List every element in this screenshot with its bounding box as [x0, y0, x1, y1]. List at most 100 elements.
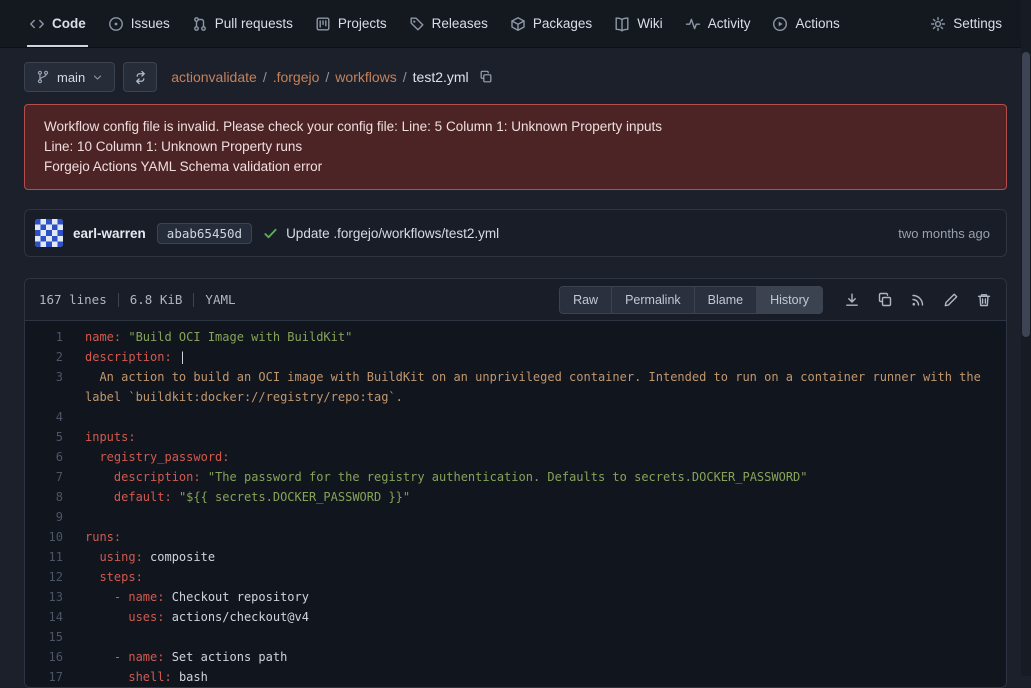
- line-number[interactable]: 7: [25, 467, 63, 487]
- line-content: An action to build an OCI image with Bui…: [63, 367, 1006, 407]
- line-number[interactable]: 11: [25, 547, 63, 567]
- nav-item-label: Activity: [708, 16, 751, 31]
- packages-icon: [510, 16, 526, 32]
- line-number[interactable]: 6: [25, 447, 63, 467]
- caret-down-icon: [92, 72, 103, 83]
- nav-item-settings[interactable]: Settings: [919, 0, 1013, 47]
- code-line: 16 - name: Set actions path: [25, 647, 1006, 667]
- line-number[interactable]: 12: [25, 567, 63, 587]
- wiki-icon: [614, 16, 630, 32]
- code-line: 4: [25, 407, 1006, 427]
- commit-message[interactable]: Update .forgejo/workflows/test2.yml: [286, 226, 499, 241]
- rss-icon[interactable]: [910, 292, 926, 308]
- actions-icon: [772, 16, 788, 32]
- alert-line: Workflow config file is invalid. Please …: [44, 117, 987, 137]
- page-scrollbar[interactable]: [1021, 0, 1031, 676]
- releases-icon: [409, 16, 425, 32]
- breadcrumb: actionvalidate/.forgejo/workflows/test2.…: [171, 69, 492, 85]
- compare-icon: [133, 70, 148, 85]
- blame-button[interactable]: Blame: [694, 286, 757, 314]
- navbar-items: Code Issues Pull requests ProjectsReleases P…: [18, 0, 1013, 47]
- alert-line: Forgejo Actions YAML Schema validation e…: [44, 157, 987, 177]
- latest-commit-bar: earl-warren abab65450d Update .forgejo/w…: [24, 209, 1007, 257]
- history-button[interactable]: History: [756, 286, 823, 314]
- file-view-buttons: RawPermalinkBlameHistory: [559, 286, 823, 314]
- issue-icon: [108, 16, 124, 32]
- code-line: 17 shell: bash: [25, 667, 1006, 687]
- alert-messages: Workflow config file is invalid. Please …: [44, 117, 987, 177]
- divider: [193, 293, 194, 307]
- breadcrumb-current: test2.yml: [413, 69, 469, 85]
- nav-item-wiki[interactable]: Wiki: [603, 0, 674, 47]
- nav-item-actions[interactable]: Actions: [761, 0, 850, 47]
- breadcrumb-link[interactable]: actionvalidate: [171, 69, 257, 85]
- nav-item-label: Issues: [131, 16, 170, 31]
- copy-icon[interactable]: [877, 292, 893, 308]
- nav-item-label: Pull requests: [215, 16, 293, 31]
- line-number[interactable]: 1: [25, 327, 63, 347]
- line-number[interactable]: 14: [25, 607, 63, 627]
- nav-item-label: Settings: [953, 16, 1002, 31]
- nav-item-releases[interactable]: Releases: [398, 0, 499, 47]
- line-number[interactable]: 17: [25, 667, 63, 687]
- line-content: [63, 507, 1006, 527]
- copy-icon[interactable]: [479, 70, 493, 84]
- breadcrumb-link[interactable]: .forgejo: [273, 69, 320, 85]
- nav-item-label: Wiki: [637, 16, 663, 31]
- nav-item-label: Actions: [795, 16, 839, 31]
- nav-item-packages[interactable]: Packages: [499, 0, 603, 47]
- activity-icon: [685, 16, 701, 32]
- permalink-button[interactable]: Permalink: [611, 286, 695, 314]
- line-number[interactable]: 8: [25, 487, 63, 507]
- nav-item-issues[interactable]: Issues: [97, 0, 181, 47]
- projects-icon: [315, 16, 331, 32]
- code-line: 12 steps:: [25, 567, 1006, 587]
- nav-item-label: Packages: [533, 16, 592, 31]
- line-content: shell: bash: [63, 667, 1006, 687]
- check-icon: [263, 226, 278, 241]
- branch-name: main: [57, 70, 85, 85]
- line-number[interactable]: 9: [25, 507, 63, 527]
- commit-author[interactable]: earl-warren: [73, 226, 146, 241]
- trash-icon[interactable]: [976, 292, 992, 308]
- download-icon[interactable]: [844, 292, 860, 308]
- nav-item-activity[interactable]: Activity: [674, 0, 762, 47]
- code-line: 2description: |: [25, 347, 1006, 367]
- line-number[interactable]: 4: [25, 407, 63, 427]
- code-view: 1name: "Build OCI Image with BuildKit"2d…: [25, 321, 1006, 687]
- file-line-count: 167 lines: [39, 292, 107, 307]
- code-line: 1name: "Build OCI Image with BuildKit": [25, 327, 1006, 347]
- code-line: 15: [25, 627, 1006, 647]
- code-line: 7 description: "The password for the reg…: [25, 467, 1006, 487]
- line-number[interactable]: 5: [25, 427, 63, 447]
- code-line: 10runs:: [25, 527, 1006, 547]
- raw-button[interactable]: Raw: [559, 286, 612, 314]
- line-number[interactable]: 16: [25, 647, 63, 667]
- branch-selector[interactable]: main: [24, 62, 115, 92]
- commit-hash-badge[interactable]: abab65450d: [157, 223, 252, 244]
- line-content: using: composite: [63, 547, 1006, 567]
- nav-item-pull-requests[interactable]: Pull requests: [181, 0, 304, 47]
- alert-line: Line: 10 Column 1: Unknown Property runs: [44, 137, 987, 157]
- commit-time: two months ago: [898, 226, 996, 241]
- breadcrumb-link[interactable]: workflows: [335, 69, 396, 85]
- code-line: 6 registry_password:: [25, 447, 1006, 467]
- avatar[interactable]: [35, 219, 63, 247]
- line-number[interactable]: 13: [25, 587, 63, 607]
- line-number[interactable]: 3: [25, 367, 63, 407]
- code-line: 5inputs:: [25, 427, 1006, 447]
- line-content: inputs:: [63, 427, 1006, 447]
- file-language: YAML: [205, 292, 235, 307]
- nav-item-projects[interactable]: Projects: [304, 0, 398, 47]
- line-number[interactable]: 2: [25, 347, 63, 367]
- compare-button[interactable]: [123, 62, 157, 92]
- line-number[interactable]: 15: [25, 627, 63, 647]
- pencil-icon[interactable]: [943, 292, 959, 308]
- line-number[interactable]: 10: [25, 527, 63, 547]
- breadcrumb-separator: /: [325, 69, 329, 85]
- branch-icon: [36, 70, 50, 84]
- line-content: default: "${{ secrets.DOCKER_PASSWORD }}…: [63, 487, 1006, 507]
- code-line: 14 uses: actions/checkout@v4: [25, 607, 1006, 627]
- scrollbar-thumb[interactable]: [1022, 52, 1030, 337]
- nav-item-code[interactable]: Code: [18, 0, 97, 47]
